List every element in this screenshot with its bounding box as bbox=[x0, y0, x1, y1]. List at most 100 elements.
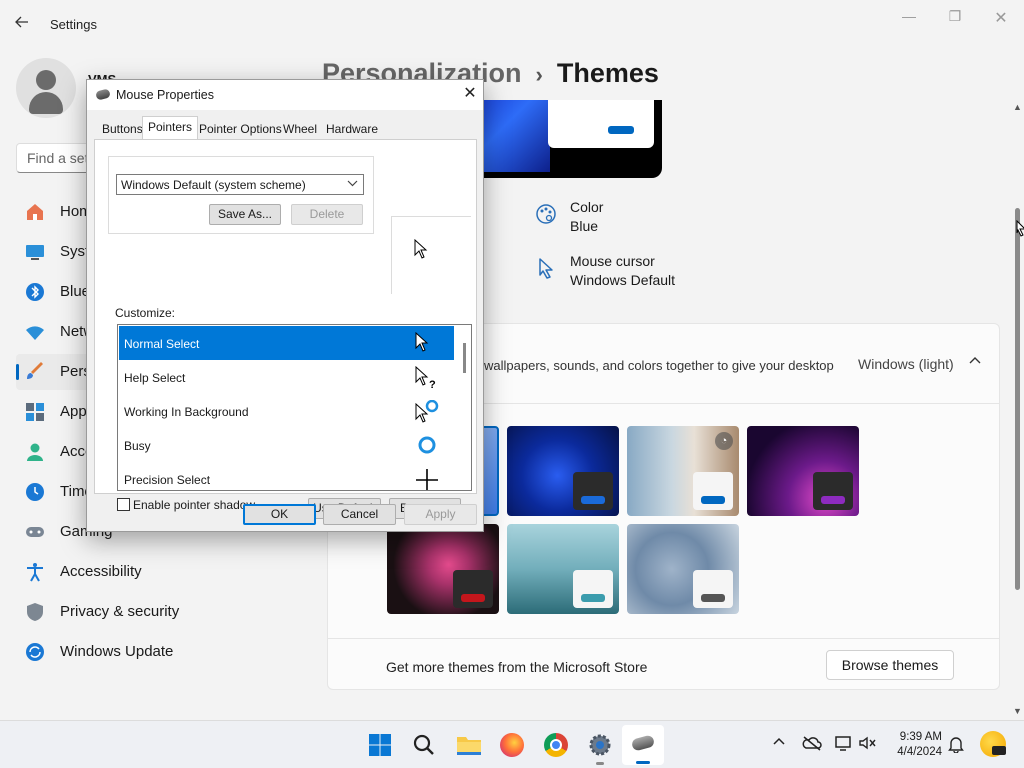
slideshow-icon: ◔ bbox=[715, 432, 733, 450]
system-icon bbox=[24, 241, 46, 263]
maximize-button[interactable]: ❐ bbox=[940, 8, 970, 28]
cursor-preview bbox=[391, 216, 471, 294]
svg-text:?: ? bbox=[429, 379, 436, 390]
clock[interactable]: 9:39 AM 4/4/2024 bbox=[884, 730, 942, 760]
scheme-group: Windows Default (system scheme) Save As.… bbox=[108, 156, 374, 234]
scrollbar[interactable] bbox=[1012, 100, 1024, 716]
taskbar: 9:39 AM 4/4/2024 bbox=[0, 720, 1024, 768]
save-as-button[interactable]: Save As... bbox=[209, 204, 281, 225]
theme-tile-glow[interactable]: ◔ bbox=[627, 426, 739, 516]
enable-pointer-shadow-label: Enable pointer shadow bbox=[133, 498, 256, 512]
close-button[interactable]: ✕ bbox=[986, 8, 1016, 28]
accounts-icon bbox=[24, 441, 46, 463]
scheme-dropdown[interactable]: Windows Default (system scheme) bbox=[116, 174, 364, 195]
dialog-close-button[interactable]: ✕ bbox=[459, 84, 481, 106]
dialog-title: Mouse Properties bbox=[116, 88, 214, 102]
search-icon[interactable] bbox=[412, 733, 436, 757]
cursor-icon bbox=[534, 256, 558, 282]
cancel-button[interactable]: Cancel bbox=[323, 504, 396, 525]
tab-wheel[interactable]: Wheel bbox=[277, 118, 323, 139]
accessibility-icon bbox=[24, 561, 46, 583]
settings-app-icon[interactable] bbox=[588, 733, 612, 765]
list-item-busy[interactable]: Busy bbox=[119, 428, 454, 462]
chevron-up-icon[interactable] bbox=[772, 735, 786, 752]
list-item-label: Normal Select bbox=[124, 337, 200, 351]
chevron-up-icon[interactable] bbox=[968, 354, 982, 371]
back-button[interactable] bbox=[14, 14, 34, 34]
avatar[interactable] bbox=[16, 58, 76, 118]
current-theme-description: wallpapers, sounds, and colors together … bbox=[484, 358, 834, 373]
scroll-down-icon[interactable]: ▼ bbox=[1013, 706, 1022, 716]
enable-pointer-shadow-checkbox[interactable] bbox=[117, 498, 130, 511]
theme-tile-flow[interactable] bbox=[387, 524, 499, 614]
arrow-cursor-icon bbox=[415, 331, 439, 354]
shield-icon bbox=[24, 601, 46, 623]
palette-icon bbox=[534, 202, 558, 228]
title-bar: Settings — ❐ ✕ bbox=[0, 0, 1024, 48]
network-icon[interactable] bbox=[834, 735, 854, 756]
scroll-up-icon[interactable]: ▲ bbox=[1013, 102, 1022, 112]
onedrive-icon[interactable] bbox=[802, 735, 822, 756]
scheme-dropdown-value: Windows Default (system scheme) bbox=[121, 178, 306, 192]
firefox-icon[interactable] bbox=[500, 733, 524, 757]
home-icon bbox=[24, 201, 46, 223]
clock-date: 4/4/2024 bbox=[897, 746, 942, 758]
clock-time: 9:39 AM bbox=[899, 731, 942, 743]
apply-button[interactable]: Apply bbox=[404, 504, 477, 525]
color-label: Color bbox=[570, 199, 604, 215]
sidebar-item-windows-update[interactable]: Windows Update bbox=[16, 634, 306, 670]
crosshair-cursor-icon bbox=[415, 468, 439, 490]
sidebar-item-label: Windows Update bbox=[60, 643, 174, 660]
working-cursor-icon bbox=[415, 399, 439, 423]
wifi-icon bbox=[24, 321, 46, 343]
back-arrow-icon bbox=[15, 16, 28, 28]
copilot-pre-icon[interactable] bbox=[980, 731, 1006, 757]
chrome-icon[interactable] bbox=[544, 733, 568, 757]
store-text: Get more themes from the Microsoft Store bbox=[386, 659, 648, 675]
help-cursor-icon: ? bbox=[415, 365, 439, 391]
brush-icon bbox=[24, 361, 46, 383]
mouse-properties-dialog: Mouse Properties ✕ Buttons Pointers Poin… bbox=[86, 79, 484, 532]
tab-hardware[interactable]: Hardware bbox=[320, 118, 384, 139]
file-explorer-icon[interactable] bbox=[456, 734, 482, 756]
customize-label: Customize: bbox=[115, 306, 176, 320]
theme-tile-sunrise[interactable] bbox=[507, 524, 619, 614]
tab-pointers[interactable]: Pointers bbox=[142, 116, 199, 141]
ok-button[interactable]: OK bbox=[243, 504, 316, 525]
list-item-working-in-background[interactable]: Working In Background bbox=[119, 394, 454, 428]
theme-tile-windows-dark[interactable] bbox=[507, 426, 619, 516]
sidebar-item-privacy-security[interactable]: Privacy & security bbox=[16, 594, 306, 630]
volume-muted-icon[interactable] bbox=[858, 735, 878, 756]
sidebar-item-label: Accessibility bbox=[60, 563, 142, 580]
breadcrumb-themes: Themes bbox=[556, 58, 659, 88]
start-icon[interactable] bbox=[368, 733, 392, 757]
mouse-properties-taskbar-button[interactable] bbox=[622, 725, 664, 765]
list-item-normal-select[interactable]: Normal Select bbox=[119, 326, 454, 360]
tab-pointer-options[interactable]: Pointer Options bbox=[193, 118, 288, 139]
pointer-list[interactable]: Normal Select Help Select ? Working In B… bbox=[117, 324, 472, 491]
list-item-label: Working In Background bbox=[124, 405, 249, 419]
theme-tile-windows-glow[interactable] bbox=[627, 524, 739, 614]
minimize-button[interactable]: — bbox=[894, 8, 924, 28]
list-item-label: Busy bbox=[124, 439, 151, 453]
browse-themes-button[interactable]: Browse themes bbox=[826, 650, 954, 680]
list-item-label: Precision Select bbox=[124, 473, 211, 487]
pointers-tab-panel: Windows Default (system scheme) Save As.… bbox=[94, 139, 477, 519]
list-item-precision-select[interactable]: Precision Select bbox=[119, 462, 454, 490]
app-title: Settings bbox=[50, 17, 97, 32]
theme-tile-captured-motion[interactable] bbox=[747, 426, 859, 516]
gamepad-icon bbox=[24, 521, 46, 543]
list-scrollbar[interactable] bbox=[458, 325, 471, 490]
notification-bell-icon[interactable] bbox=[948, 735, 964, 758]
mouse-icon bbox=[95, 88, 111, 101]
list-item-help-select[interactable]: Help Select ? bbox=[119, 360, 454, 394]
breadcrumb-separator-icon: › bbox=[535, 62, 543, 87]
arrow-cursor-preview-icon bbox=[414, 239, 428, 259]
tab-buttons[interactable]: Buttons bbox=[96, 118, 149, 139]
sidebar-item-label: Privacy & security bbox=[60, 603, 180, 620]
mouse-cursor-value: Windows Default bbox=[570, 272, 676, 288]
theme-preview bbox=[470, 100, 662, 178]
delete-button[interactable]: Delete bbox=[291, 204, 363, 225]
clock-icon bbox=[24, 481, 46, 503]
sidebar-item-accessibility[interactable]: Accessibility bbox=[16, 554, 306, 590]
